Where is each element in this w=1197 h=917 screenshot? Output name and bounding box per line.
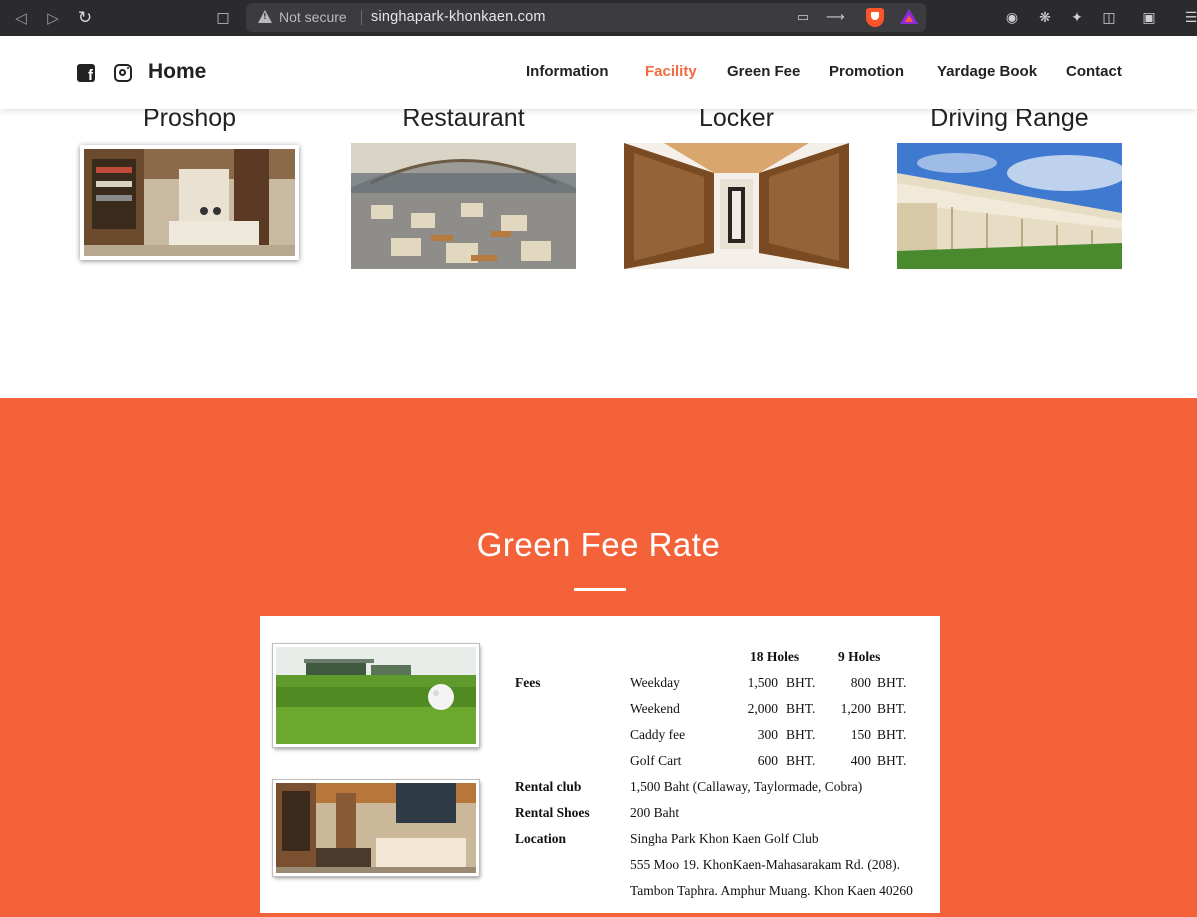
fee-9-unit: BHT. (877, 753, 907, 768)
clubhouse-photo (273, 780, 479, 876)
forward-icon[interactable]: ▷ (43, 8, 63, 28)
fee-18: 1,500 (747, 675, 778, 690)
rental-club-value: 1,500 Baht (Callaway, Taylormade, Cobra) (630, 779, 863, 794)
fee-name: Weekday (630, 675, 680, 690)
home-link[interactable]: Home (148, 60, 206, 84)
warning-icon (258, 10, 272, 23)
title-underline (574, 588, 626, 591)
address-divider (361, 10, 362, 25)
browser-toolbar: ◁ ▷ ↻ □ Not secure singhapark-khonkaen.c… (0, 0, 1197, 36)
fee-18: 600 (757, 753, 778, 768)
facebook-icon[interactable]: f (77, 64, 95, 83)
react-devtools-icon[interactable]: ❋ (1035, 8, 1055, 28)
menu-icon[interactable]: ☰ (1181, 8, 1197, 28)
fee-name: Golf Cart (630, 753, 682, 768)
fee-9: 150 (850, 727, 871, 742)
fee-18: 300 (757, 727, 778, 742)
nav-green-fee[interactable]: Green Fee (727, 63, 800, 80)
location-label: Location (515, 831, 567, 846)
back-icon[interactable]: ◁ (11, 8, 31, 28)
sidebar-icon[interactable]: ◫ (1099, 8, 1119, 28)
rental-shoes-value: 200 Baht (630, 805, 680, 820)
fee-name: Caddy fee (630, 727, 686, 742)
locker-image (624, 143, 849, 269)
nav-information[interactable]: Information (526, 63, 609, 80)
fee-9: 400 (850, 753, 871, 768)
instagram-icon[interactable] (114, 64, 132, 82)
proshop-image (80, 145, 299, 260)
rental-club-label: Rental club (515, 779, 582, 794)
location-line: Singha Park Khon Kaen Golf Club (630, 831, 819, 846)
extension-icon[interactable]: ◉ (1002, 8, 1022, 28)
restaurant-image (351, 143, 576, 269)
nav-promotion[interactable]: Promotion (829, 63, 904, 80)
fee-18-unit: BHT. (786, 675, 816, 690)
url-text[interactable]: singhapark-khonkaen.com (371, 9, 546, 25)
fee-name: Weekend (630, 701, 680, 716)
col-18-holes: 18 Holes (750, 649, 800, 664)
fee-18-unit: BHT. (786, 727, 816, 742)
fee-9: 800 (850, 675, 871, 690)
brave-shields-icon[interactable] (866, 8, 884, 27)
green-fee-rate-card: 18 Holes 9 Holes Fees Weekday 1,500 BHT.… (260, 616, 940, 913)
fee-9-unit: BHT. (877, 727, 907, 742)
fee-18-unit: BHT. (786, 701, 816, 716)
bookmark-icon[interactable]: □ (214, 8, 232, 28)
golf-course-photo (273, 644, 479, 747)
share-icon[interactable]: ⟶ (826, 9, 845, 27)
wallet-icon[interactable]: ▣ (1139, 8, 1159, 28)
puzzle-icon[interactable]: ✦ (1067, 8, 1087, 28)
rental-shoes-label: Rental Shoes (515, 805, 590, 820)
nav-contact[interactable]: Contact (1066, 63, 1122, 80)
fee-9-unit: BHT. (877, 675, 907, 690)
col-9-holes: 9 Holes (838, 649, 881, 664)
nav-yardage-book[interactable]: Yardage Book (937, 63, 1037, 80)
cast-icon[interactable]: ▭ (794, 9, 812, 27)
security-label: Not secure (279, 9, 347, 25)
nav-facility[interactable]: Facility (645, 63, 697, 80)
fee-9: 1,200 (840, 701, 871, 716)
fee-18: 2,000 (747, 701, 778, 716)
fee-18-unit: BHT. (786, 753, 816, 768)
brave-rewards-icon[interactable] (900, 9, 918, 24)
location-line: Tambon Taphra. Amphur Muang. Khon Kaen 4… (630, 883, 913, 898)
driving-range-image (897, 143, 1122, 269)
location-line: 555 Moo 19. KhonKaen-Mahasarakam Rd. (20… (630, 857, 900, 872)
address-bar[interactable]: Not secure singhapark-khonkaen.com ▭ ⟶ (246, 3, 926, 32)
fees-label: Fees (515, 675, 541, 690)
green-fee-title: Green Fee Rate (476, 526, 721, 563)
site-header: f Home Information Facility Green Fee Pr… (0, 36, 1197, 109)
fee-9-unit: BHT. (877, 701, 907, 716)
reload-icon[interactable]: ↻ (75, 8, 95, 28)
